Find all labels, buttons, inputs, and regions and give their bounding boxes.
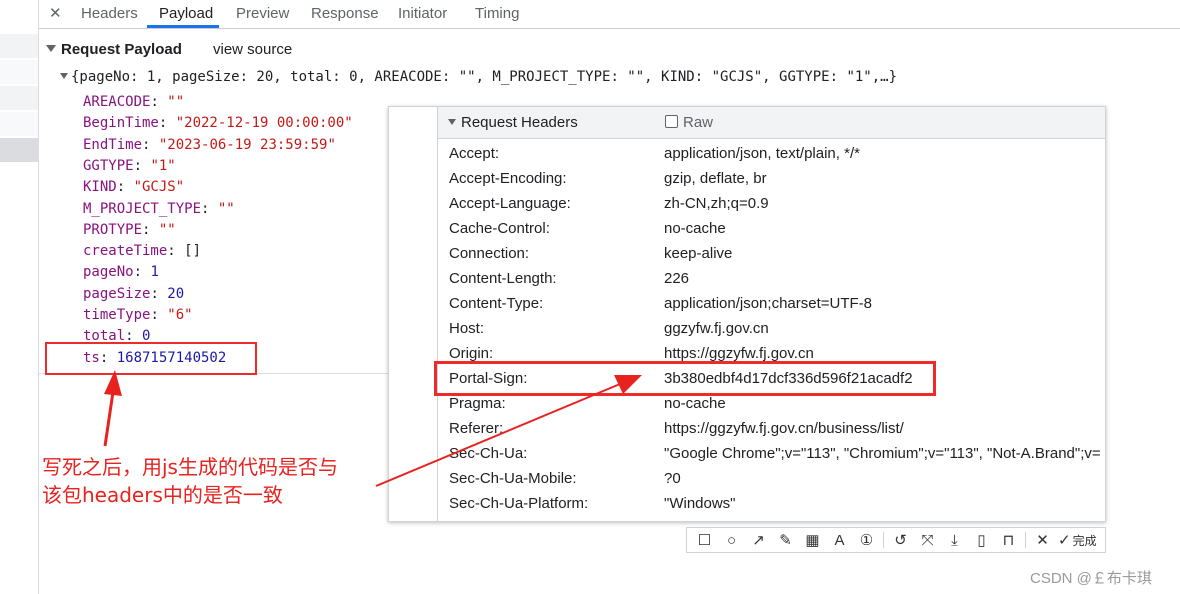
arrow-to-portal-sign-shaft xyxy=(375,383,621,487)
toolbar-divider xyxy=(1025,532,1026,548)
circle-icon[interactable]: ○ xyxy=(718,528,745,552)
number-icon[interactable]: ① xyxy=(853,528,880,552)
arrow-to-ts-head xyxy=(104,370,122,396)
screenshot-toolbar: ☐ ○ ↗ ✎ ▦ A ① ↺ ⤧ ⤓ ▯ ⊓ ✕ ✓ 完成 xyxy=(686,527,1106,553)
arrow-icon[interactable]: ↗ xyxy=(745,528,772,552)
check-icon: ✓ xyxy=(1058,532,1071,549)
rectangle-icon[interactable]: ☐ xyxy=(691,528,718,552)
undo-icon[interactable]: ↺ xyxy=(887,528,914,552)
pin-icon[interactable]: ▯ xyxy=(968,528,995,552)
toolbar-divider xyxy=(883,532,884,548)
arrow-to-ts-shaft xyxy=(103,391,115,447)
bookmark-icon[interactable]: ⊓ xyxy=(995,528,1022,552)
done-button[interactable]: ✓ 完成 xyxy=(1058,531,1097,549)
done-label: 完成 xyxy=(1072,533,1097,548)
crop-icon[interactable]: ⤧ xyxy=(914,528,941,552)
text-icon[interactable]: A xyxy=(826,528,853,552)
annotation-arrows xyxy=(103,370,642,487)
watermark: CSDN @￡布卡琪 xyxy=(1030,570,1152,587)
pen-icon[interactable]: ✎ xyxy=(772,528,799,552)
download-icon[interactable]: ⤓ xyxy=(941,528,968,552)
close-icon[interactable]: ✕ xyxy=(1029,528,1056,552)
mosaic-icon[interactable]: ▦ xyxy=(799,528,826,552)
